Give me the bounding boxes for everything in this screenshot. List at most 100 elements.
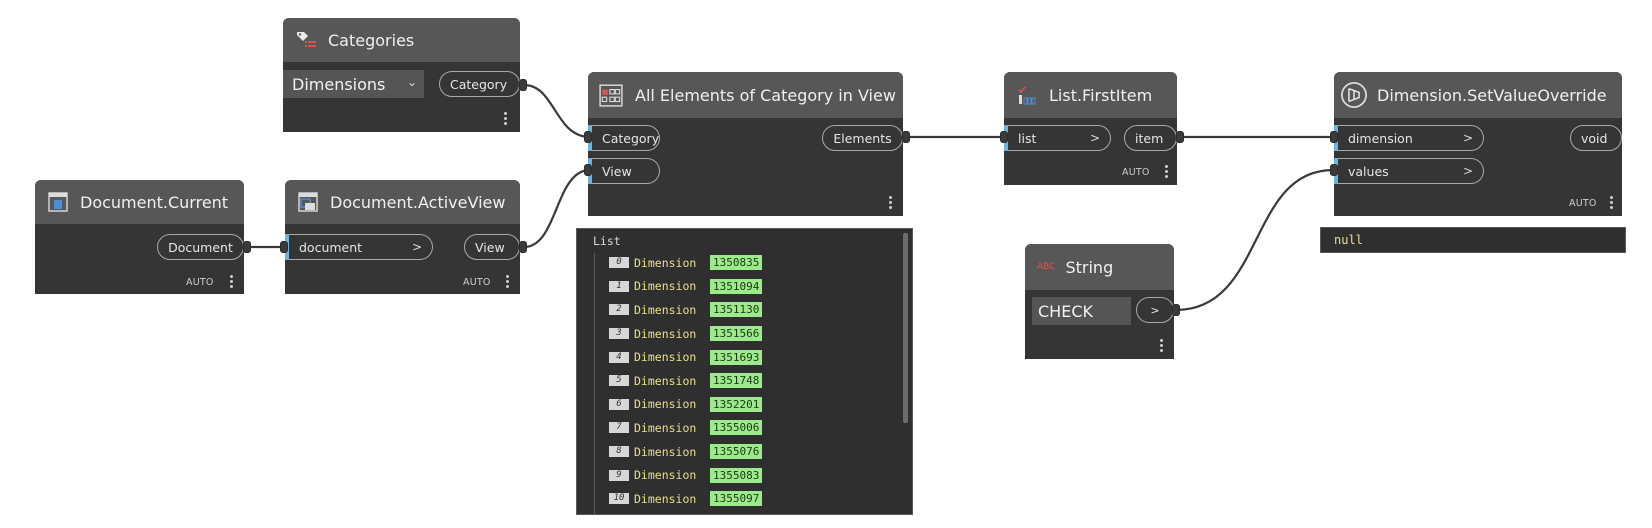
port-label: Category <box>450 76 508 92</box>
output-preview[interactable]: null <box>1320 227 1626 253</box>
port-label: Document <box>168 239 233 255</box>
output-port-item[interactable]: item <box>1124 125 1177 151</box>
categories-node[interactable]: Categories Dimensions ⌄ Category <box>283 18 520 132</box>
input-port-values[interactable]: values > <box>1334 158 1484 184</box>
port-label: View <box>602 163 632 179</box>
node-menu-icon[interactable] <box>889 196 892 211</box>
chevron-right-icon: > <box>411 240 422 254</box>
list-item-id: 1351094 <box>710 278 763 294</box>
list-item: 10 Dimension 1355097 <box>577 487 900 511</box>
list-item: 6 Dimension 1352201 <box>577 393 900 417</box>
output-port-handle[interactable] <box>243 241 251 253</box>
list-item-type: Dimension <box>634 468 697 483</box>
list-preview[interactable]: List 0 Dimension 1350835 1 Dimension 1351094 2… <box>576 228 913 515</box>
output-port-handle[interactable] <box>1176 131 1184 143</box>
list-item: 0 Dimension 1350835 <box>577 251 900 275</box>
set-value-override-node[interactable]: Dimension.SetValueOverride dimension > v… <box>1334 72 1622 216</box>
input-port-view[interactable]: View <box>588 158 660 184</box>
input-port-handle[interactable] <box>584 131 592 143</box>
list-item: 8 Dimension 1355076 <box>577 440 900 464</box>
first-item-node-header[interactable]: List.FirstItem <box>1004 72 1177 118</box>
list-item-index: 7 <box>609 422 629 434</box>
list-item-index: 9 <box>609 469 629 481</box>
chevron-right-icon: > <box>1462 164 1473 178</box>
category-dropdown[interactable]: Dimensions ⌄ <box>283 70 424 98</box>
list-item-type: Dimension <box>634 373 697 388</box>
list-item-type: Dimension <box>634 279 697 294</box>
lacing-label[interactable]: AUTO <box>1569 198 1597 209</box>
output-port-category[interactable]: Category <box>439 71 520 97</box>
all-elements-node[interactable]: All Elements of Category in View Categor… <box>588 72 903 216</box>
list-item-index: 0 <box>609 257 629 269</box>
dimension-override-icon <box>1341 82 1367 108</box>
output-port-elements[interactable]: Elements <box>822 125 903 151</box>
output-port-handle[interactable] <box>902 131 910 143</box>
list-item-index: 6 <box>609 398 629 410</box>
list-rows: 0 Dimension 1350835 1 Dimension 1351094 2 Dimen… <box>577 251 900 514</box>
list-item: 4 Dimension 1351693 <box>577 345 900 369</box>
list-item-type: Dimension <box>634 397 697 412</box>
list-item: 7 Dimension 1355006 <box>577 416 900 440</box>
list-item-type: Dimension <box>634 444 697 459</box>
port-label: values <box>1348 163 1389 179</box>
list-item-id: 1351693 <box>710 349 763 365</box>
input-port-category[interactable]: Category <box>588 125 660 151</box>
input-port-dimension[interactable]: dimension > <box>1334 125 1484 151</box>
set-value-override-node-header[interactable]: Dimension.SetValueOverride <box>1334 72 1622 118</box>
output-port-void[interactable]: void <box>1570 125 1622 151</box>
node-title: Dimension.SetValueOverride <box>1377 85 1607 105</box>
node-menu-icon[interactable] <box>1610 196 1613 211</box>
list-item-id: 1355083 <box>710 467 763 483</box>
abc-icon: ABC <box>1037 262 1056 272</box>
string-node[interactable]: ABC String CHECK > <box>1025 244 1174 359</box>
list-item: 5 Dimension 1351748 <box>577 369 900 393</box>
port-label: View <box>475 239 505 255</box>
document-current-node[interactable]: Document.Current Document AUTO <box>35 180 244 294</box>
node-title: Document.Current <box>80 192 229 212</box>
string-value: CHECK <box>1038 301 1093 321</box>
input-port-handle[interactable] <box>280 241 288 253</box>
node-menu-icon[interactable] <box>506 275 509 290</box>
all-elements-node-header[interactable]: All Elements of Category in View <box>588 72 903 118</box>
string-node-header[interactable]: ABC String <box>1025 244 1174 290</box>
node-menu-icon[interactable] <box>230 275 233 290</box>
list-title: List <box>593 234 621 248</box>
input-port-handle[interactable] <box>1330 164 1338 176</box>
list-item-index: 5 <box>609 375 629 387</box>
list-item-type: Dimension <box>634 420 697 435</box>
first-item-node[interactable]: List.FirstItem list > item AUTO <box>1004 72 1177 185</box>
input-port-handle[interactable] <box>1000 131 1008 143</box>
input-port-handle[interactable] <box>584 164 592 176</box>
active-view-node[interactable]: Document.ActiveView document > View AUTO <box>285 180 520 294</box>
output-port-handle[interactable] <box>1172 304 1180 316</box>
lacing-label[interactable]: AUTO <box>463 277 491 288</box>
output-port-handle[interactable] <box>519 79 527 91</box>
list-item-type: Dimension <box>634 255 697 270</box>
node-menu-icon[interactable] <box>1160 339 1163 354</box>
list-item-id: 1351566 <box>710 326 763 342</box>
node-menu-icon[interactable] <box>504 112 507 127</box>
list-item-index: 1 <box>609 280 629 292</box>
string-value-input[interactable]: CHECK <box>1032 297 1131 325</box>
output-port-view[interactable]: View <box>464 234 520 260</box>
lacing-label[interactable]: AUTO <box>186 277 214 288</box>
list-item: 9 Dimension 1355083 <box>577 463 900 487</box>
input-port-handle[interactable] <box>1330 131 1338 143</box>
node-title: All Elements of Category in View <box>635 85 896 105</box>
document-icon <box>48 192 68 212</box>
wire-category <box>523 83 591 139</box>
output-port-document[interactable]: Document <box>157 234 244 260</box>
output-port-handle[interactable] <box>519 241 527 253</box>
preview-scrollbar[interactable] <box>903 233 908 423</box>
output-port-string[interactable]: > <box>1136 297 1174 323</box>
list-first-item-icon <box>1018 86 1036 105</box>
chevron-down-icon: ⌄ <box>406 75 417 89</box>
input-port-document[interactable]: document > <box>285 234 433 260</box>
lacing-label[interactable]: AUTO <box>1122 167 1150 178</box>
node-menu-icon[interactable] <box>1165 165 1168 180</box>
document-current-node-header[interactable]: Document.Current <box>35 180 244 224</box>
categories-node-header[interactable]: Categories <box>283 18 520 62</box>
active-view-node-header[interactable]: Document.ActiveView <box>285 180 520 224</box>
list-item-id: 1355097 <box>710 491 763 507</box>
input-port-list[interactable]: list > <box>1004 125 1111 151</box>
